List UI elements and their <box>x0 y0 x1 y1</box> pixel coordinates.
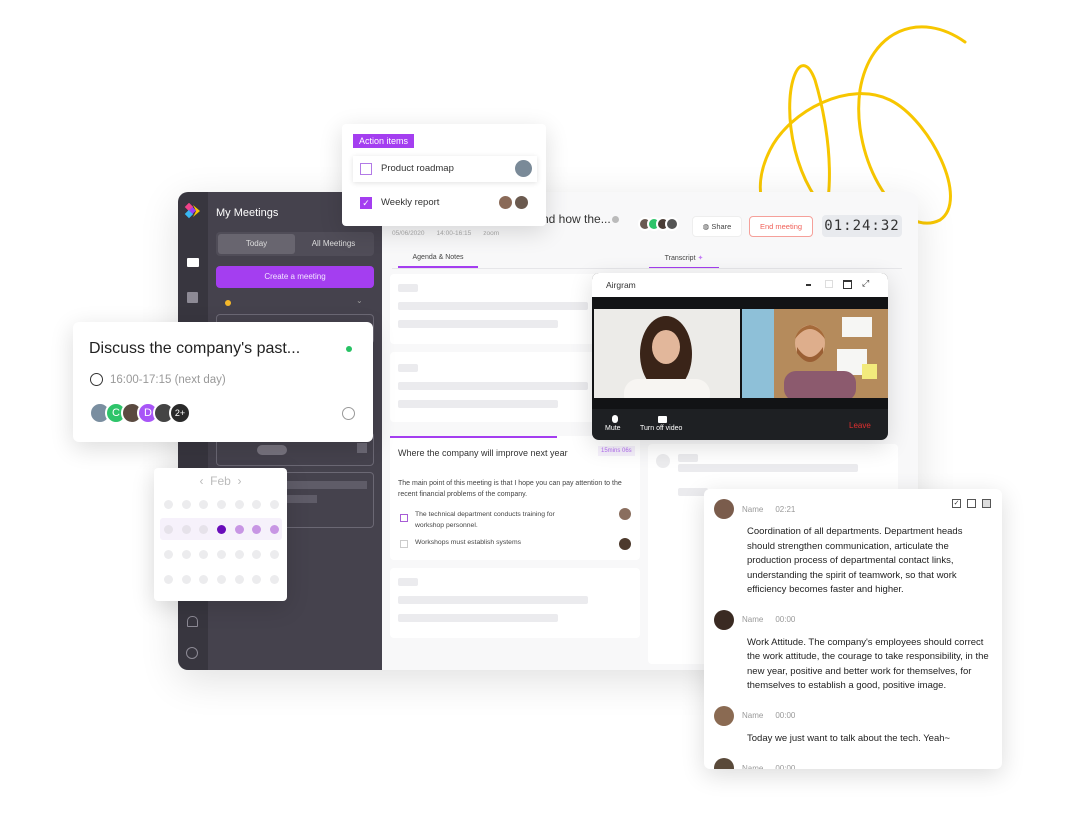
transcript-text: Today we just want to talk about the tec… <box>747 732 951 744</box>
checkbox-unchecked[interactable] <box>360 163 372 175</box>
share-button[interactable]: ◍ Share <box>692 216 742 237</box>
meeting-card-time: 16:00-17:15 (next day) <box>110 374 226 386</box>
microphone-icon <box>612 415 618 423</box>
app-logo-icon <box>184 203 200 219</box>
calendar-popup: ‹ Feb › <box>154 468 287 601</box>
assignee-avatar <box>515 160 532 177</box>
action-item-label: Weekly report <box>381 197 440 208</box>
action-item[interactable]: ✓ Weekly report <box>353 190 537 216</box>
speaker-name: Name <box>742 504 764 514</box>
import-icon[interactable] <box>187 292 198 303</box>
task-label: The technical department conducts traini… <box>415 511 555 529</box>
tab-today[interactable]: Today <box>218 234 295 254</box>
timestamp: 00:00 <box>775 763 796 770</box>
agenda-duration: 15mins 06s <box>598 446 635 456</box>
checkbox-checked[interactable]: ✓ <box>360 197 372 209</box>
leave-button[interactable]: Leave <box>849 421 871 430</box>
timestamp: 00:00 <box>775 615 796 624</box>
meeting-card-title: Discuss the company's past... <box>89 340 301 357</box>
speaker-avatar <box>714 758 734 769</box>
agenda-body: The main point of this meeting is that I… <box>398 480 622 498</box>
transcript-entry: Name00:00This meeting summed up the past… <box>712 758 990 769</box>
notes-icon[interactable] <box>982 499 991 508</box>
smiley-icon[interactable] <box>186 647 198 659</box>
agenda-item[interactable]: Where the company will improve next year… <box>390 436 640 560</box>
task-checkbox[interactable] <box>400 514 408 522</box>
transcript-entry: Name 00:00 Work Attitude. The company's em… <box>712 609 990 694</box>
calendar-grid[interactable] <box>164 500 280 584</box>
meeting-card[interactable]: Discuss the company's past... 16:00-17:1… <box>73 322 373 442</box>
info-icon[interactable] <box>612 216 619 223</box>
participant-avatars[interactable]: C D 2+ <box>89 402 191 424</box>
transcript-entry: Name 02:21 Coordination of all departments… <box>712 499 990 598</box>
checkbox-icon[interactable]: ✓ <box>952 499 961 508</box>
chevron-down-icon[interactable]: ⌄ <box>356 296 363 305</box>
meeting-date: 05/06/2020 <box>392 230 425 237</box>
maximize-icon[interactable] <box>843 280 852 289</box>
fullscreen-icon[interactable]: ⤢ <box>862 278 869 289</box>
tab-all-meetings[interactable]: All Meetings <box>295 234 372 254</box>
meeting-platform: zoom <box>483 230 500 237</box>
sparkle-icon: ✦ <box>697 255 704 262</box>
assignee-avatar <box>513 194 530 211</box>
transcript-panel: ✓ Name 02:21 Coordination of all departmen… <box>704 489 1002 769</box>
pip-icon[interactable] <box>825 280 833 288</box>
minimize-icon[interactable] <box>806 284 811 286</box>
mute-button[interactable]: Mute <box>605 425 621 432</box>
meeting-time: 14:00-16:15 <box>436 230 472 237</box>
more-participants: 2+ <box>169 402 191 424</box>
action-items-popup: Action items Product roadmap ✓ Weekly re… <box>342 124 546 226</box>
calendar-month: Feb <box>210 474 231 488</box>
agenda-title: Where the company will improve next year <box>398 448 568 458</box>
camera-icon <box>658 416 667 423</box>
transcript-text: Coordination of all departments. Departm… <box>747 526 963 595</box>
tab-transcript-label: Transcript <box>664 255 696 262</box>
transcript-text: Work Attitude. The company's employees s… <box>747 636 989 692</box>
bell-icon[interactable] <box>187 616 198 627</box>
create-meeting-button[interactable]: Create a meeting <box>216 266 374 288</box>
share-label: Share <box>711 222 732 231</box>
action-item[interactable]: Product roadmap <box>353 156 537 182</box>
document-icon[interactable] <box>967 499 976 508</box>
assignee-avatar <box>619 538 631 550</box>
participant-video-man <box>742 309 888 398</box>
timestamp: 00:00 <box>775 711 796 720</box>
task-checkbox[interactable] <box>400 540 408 548</box>
speaker-avatar <box>714 499 734 519</box>
tab-agenda-notes[interactable]: Agenda & Notes <box>398 254 478 268</box>
task-label: Workshops must establish systems <box>415 539 522 546</box>
globe-icon[interactable] <box>342 407 355 420</box>
speaker-name: Name <box>742 711 764 720</box>
speaker-name: Name <box>742 615 764 624</box>
meetings-icon[interactable] <box>187 258 199 267</box>
speaker-avatar <box>714 609 734 630</box>
selected-day <box>217 525 227 534</box>
video-call-window: Airgram ⤢ Mute Turn off video Leave <box>592 273 888 440</box>
end-meeting-button[interactable]: End meeting <box>749 216 813 237</box>
action-items-title: Action items <box>353 134 415 148</box>
speaker-name: Name <box>742 763 764 770</box>
participant-video-woman <box>594 309 740 398</box>
sidebar-title: My Meetings <box>216 207 279 219</box>
online-indicator <box>346 346 352 352</box>
meeting-timer: 01:24:32 <box>822 215 902 237</box>
turn-off-video-button[interactable]: Turn off video <box>640 425 682 432</box>
assignee-avatar <box>497 194 514 211</box>
tab-transcript[interactable]: Transcript ✦ <box>649 254 719 269</box>
next-month-button[interactable]: › <box>238 474 242 488</box>
video-window-title: Airgram <box>606 280 636 290</box>
timestamp: 02:21 <box>775 504 796 514</box>
transcript-entry: Name 00:00 Today we just want to talk abou… <box>712 705 990 747</box>
assignee-avatar <box>619 508 631 520</box>
participant-avatars[interactable] <box>638 217 679 231</box>
status-dot <box>225 300 231 306</box>
prev-month-button[interactable]: ‹ <box>199 474 203 488</box>
meeting-title: nd how the... <box>542 212 611 226</box>
action-item-label: Product roadmap <box>381 163 454 174</box>
speaker-avatar <box>714 705 734 726</box>
clock-icon <box>90 373 103 386</box>
